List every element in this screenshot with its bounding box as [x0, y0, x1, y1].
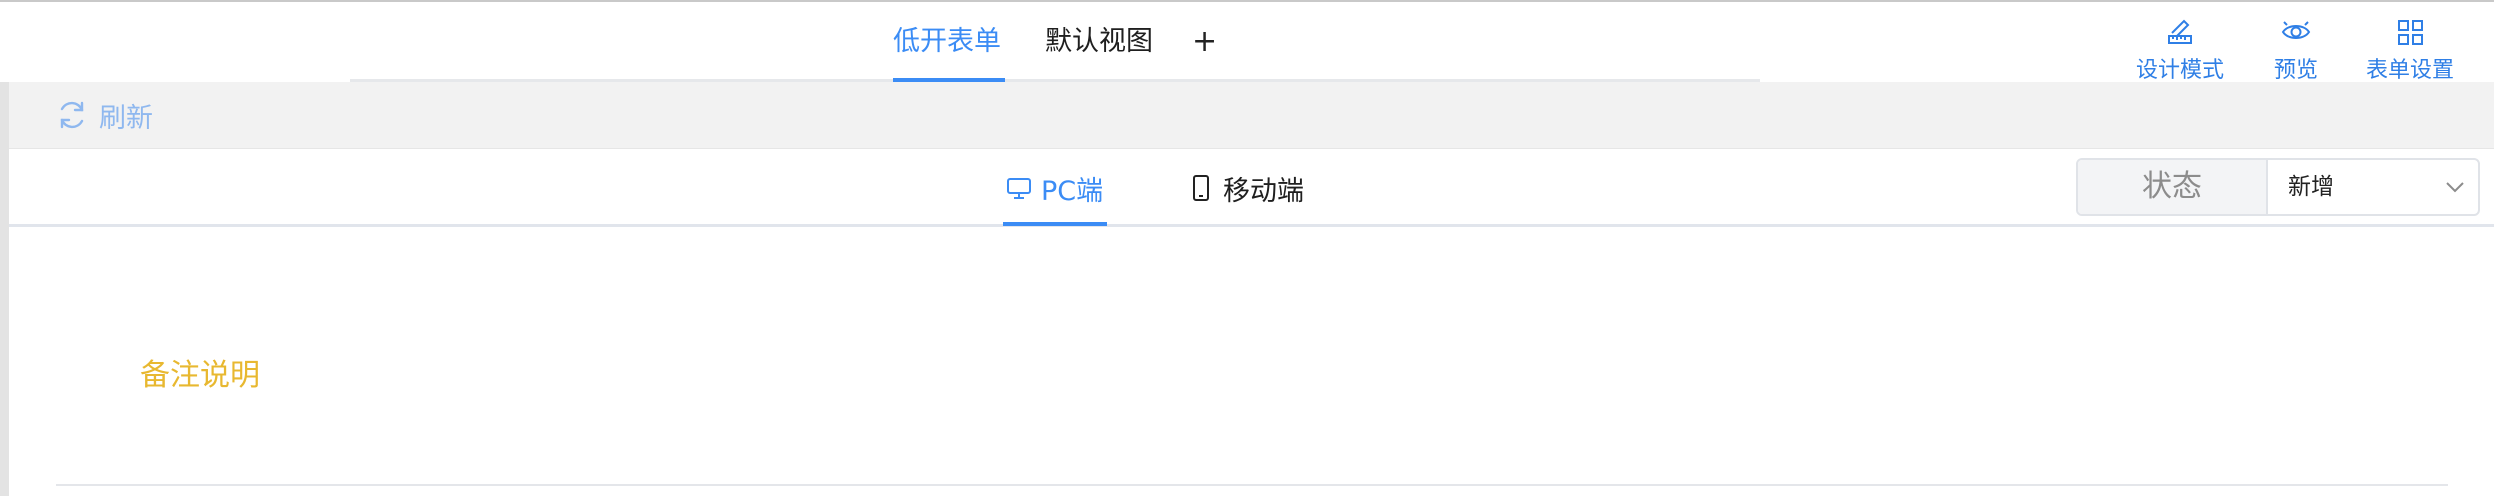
refresh-icon — [60, 101, 84, 129]
preview-button[interactable]: 预览 — [2274, 16, 2318, 84]
add-view-button[interactable]: + — [1192, 24, 1217, 60]
eye-icon — [2274, 16, 2318, 48]
form-settings-label: 表单设置 — [2366, 58, 2455, 83]
status-selected-value: 新增 — [2288, 174, 2334, 200]
monitor-icon — [1007, 178, 1031, 199]
status-filter: 状态 新增 — [2076, 158, 2480, 216]
tab-pc[interactable]: PC端 — [1005, 169, 1103, 207]
header-bar: 低开表单 默认视图 + 设计模式 预览 表单设置 — [0, 2, 2494, 84]
status-label: 状态 — [2078, 160, 2268, 214]
form-divider — [56, 484, 2448, 486]
design-mode-label: 设计模式 — [2136, 58, 2225, 83]
status-select[interactable]: 新增 — [2268, 160, 2478, 214]
design-mode-button[interactable]: 设计模式 — [2136, 16, 2224, 84]
left-panel-edge — [0, 82, 9, 496]
refresh-button[interactable]: 刷新 — [55, 97, 153, 134]
view-switcher-divider — [9, 224, 2494, 227]
chevron-down-icon — [2446, 182, 2464, 193]
form-settings-button[interactable]: 表单设置 — [2366, 16, 2454, 84]
tab-mobile[interactable]: 移动端 — [1187, 169, 1304, 207]
action-toolbar: 刷新 — [9, 82, 2494, 149]
tab-default-view[interactable]: 默认视图 — [1045, 22, 1153, 62]
active-view-indicator — [1003, 222, 1107, 226]
ruler-pencil-icon — [2136, 16, 2224, 48]
mobile-icon — [1193, 175, 1209, 201]
grid-icon — [2366, 16, 2454, 48]
tab-low-code-form[interactable]: 低开表单 — [893, 22, 1001, 62]
preview-label: 预览 — [2274, 58, 2319, 83]
tab-mobile-label: 移动端 — [1223, 175, 1304, 207]
remark-description-label: 备注说明 — [140, 358, 260, 393]
view-switcher-bar: PC端 移动端 状态 新增 — [9, 149, 2494, 227]
refresh-label: 刷新 — [99, 102, 153, 134]
tab-pc-label: PC端 — [1041, 175, 1104, 207]
